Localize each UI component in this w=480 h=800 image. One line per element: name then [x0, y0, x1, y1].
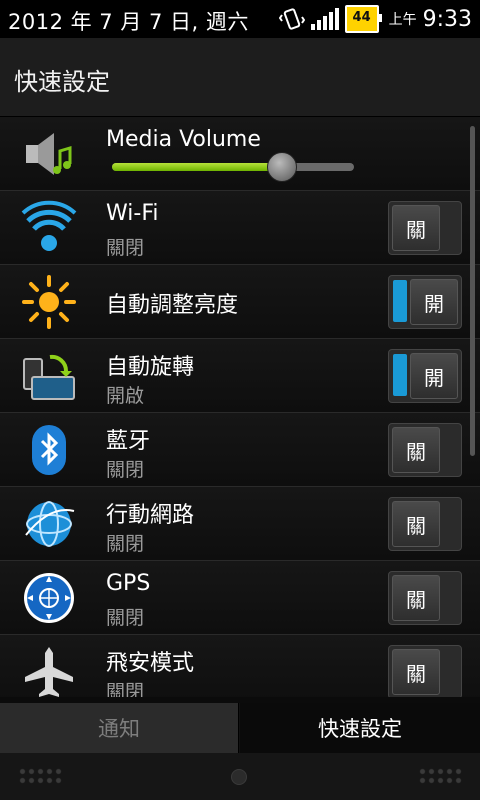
status-icons: 44 上午 9:33 [278, 5, 472, 33]
sun-icon [22, 275, 76, 329]
auto-rotate-row[interactable]: 自動旋轉 開啟 開 [0, 339, 480, 413]
status-date: 2012 年 7 月 7 日, 週六 [8, 10, 249, 34]
signal-icon [310, 8, 339, 30]
status-time: 9:33 [422, 6, 472, 32]
bluetooth-icon [32, 425, 66, 475]
grip-dots-right [418, 767, 462, 785]
wifi-row[interactable]: Wi-Fi 關閉 關 [0, 191, 480, 265]
status-bar: 2012 年 7 月 7 日, 週六 44 上午 9:33 [0, 0, 480, 38]
tab-quick-settings[interactable]: 快速設定 [240, 703, 480, 753]
tab-notifications[interactable]: 通知 [0, 703, 239, 753]
rotate-icon [23, 354, 75, 400]
gps-toggle-label: 關 [392, 575, 440, 621]
gps-title: GPS [106, 571, 151, 596]
wifi-icon [21, 200, 77, 251]
mobile-network-row[interactable]: 行動網路 關閉 關 [0, 487, 480, 561]
bluetooth-toggle-label: 關 [392, 427, 440, 473]
airplane-mode-title: 飛安模式 [106, 651, 195, 676]
gps-toggle[interactable]: 關 [388, 571, 462, 625]
mobile-network-status: 關閉 [106, 533, 145, 555]
list-scrollbar[interactable] [470, 126, 475, 456]
volume-fill [112, 163, 282, 171]
media-volume-row: Media Volume [0, 117, 480, 191]
toggle-on-indicator [393, 280, 407, 322]
vibrate-icon [278, 8, 305, 30]
gps-row[interactable]: GPS 關閉 關 [0, 561, 480, 635]
page-header: 快速設定 [0, 38, 480, 117]
auto-rotate-toggle-label: 開 [410, 353, 458, 399]
wifi-status: 關閉 [106, 237, 145, 259]
battery-icon: 44 [344, 5, 382, 33]
airplane-mode-toggle[interactable]: 關 [388, 645, 462, 697]
bottom-tabs: 通知 快速設定 [0, 703, 480, 753]
media-volume-title: Media Volume [106, 127, 261, 152]
drawer-handle-bar[interactable] [0, 753, 480, 800]
auto-rotate-title: 自動旋轉 [106, 355, 195, 380]
bluetooth-title: 藍牙 [106, 429, 151, 454]
grip-dots-left [18, 767, 62, 785]
mobile-network-toggle[interactable]: 關 [388, 497, 462, 551]
gps-status: 關閉 [106, 607, 145, 629]
speaker-icon [26, 133, 72, 175]
mobile-network-toggle-label: 關 [392, 501, 440, 547]
auto-brightness-toggle-label: 開 [410, 279, 458, 325]
auto-rotate-status: 開啟 [106, 385, 145, 407]
wifi-toggle-label: 關 [392, 205, 440, 251]
media-volume-slider[interactable] [112, 152, 354, 182]
page-title: 快速設定 [14, 68, 110, 96]
airplane-mode-toggle-label: 關 [392, 649, 440, 695]
gps-icon [24, 573, 74, 623]
quick-settings-list: Media Volume Wi-Fi 關閉 關 自動調整亮度 開 自動旋轉 開啟… [0, 117, 480, 697]
auto-brightness-toggle[interactable]: 開 [388, 275, 462, 329]
handle-dot [231, 769, 247, 785]
wifi-title: Wi-Fi [106, 201, 159, 226]
wifi-toggle[interactable]: 關 [388, 201, 462, 255]
globe-icon [25, 501, 75, 547]
auto-brightness-title: 自動調整亮度 [106, 293, 239, 318]
bluetooth-row[interactable]: 藍牙 關閉 關 [0, 413, 480, 487]
volume-thumb[interactable] [267, 152, 298, 182]
bluetooth-status: 關閉 [106, 459, 145, 481]
toggle-on-indicator [393, 354, 407, 396]
auto-rotate-toggle[interactable]: 開 [388, 349, 462, 403]
airplane-mode-row[interactable]: 飛安模式 關閉 關 [0, 635, 480, 697]
status-ampm: 上午 [388, 12, 417, 28]
airplane-icon [25, 647, 73, 697]
auto-brightness-row[interactable]: 自動調整亮度 開 [0, 265, 480, 339]
mobile-network-title: 行動網路 [106, 503, 195, 528]
bluetooth-toggle[interactable]: 關 [388, 423, 462, 477]
airplane-mode-status: 關閉 [106, 681, 145, 697]
